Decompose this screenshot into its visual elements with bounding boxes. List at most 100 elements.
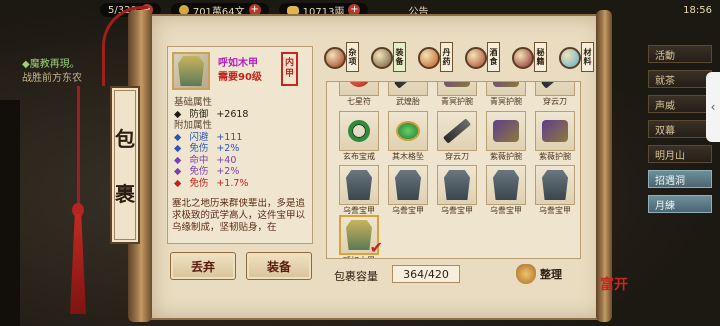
slot-frame: [535, 82, 575, 96]
equip-button[interactable]: 装备: [246, 252, 312, 280]
clock: 18:56: [683, 4, 712, 16]
stat-value: +2618: [216, 108, 249, 120]
item-description[interactable]: 塞北之地历来群侠辈出，多是追求极致的武学高人，这件宝甲以乌缘制成，坚韧贴身，在: [172, 198, 312, 242]
diamond-icon: ◆: [174, 143, 182, 154]
selected-item-icon: [172, 52, 210, 90]
menu-activity[interactable]: 活動: [648, 45, 712, 63]
tab-4[interactable]: 酒食: [465, 38, 508, 78]
inventory-slot[interactable]: 乌誊宝甲: [535, 165, 575, 217]
status-area: 18:56: [610, 0, 720, 20]
armor-icon: [542, 170, 568, 200]
tab-label: 酒食: [487, 42, 500, 72]
stat-line: ◆ 命中 +40: [174, 155, 310, 167]
quest-title: ◆魔教再現。: [22, 59, 80, 70]
tab-3[interactable]: 丹药: [418, 38, 461, 78]
inventory-slot[interactable]: 紫薇护腕: [486, 111, 526, 163]
slot-label: 青冥护腕: [490, 97, 522, 106]
stat-name: 闪避: [189, 131, 209, 143]
bag-icon: [516, 264, 536, 284]
stat-line: ◆ 免伤 +2%: [174, 143, 310, 155]
stat-name: 免伤: [189, 177, 209, 189]
inventory-slot[interactable]: 乌誊宝甲: [486, 165, 526, 217]
bracer-icon: [542, 120, 568, 142]
inventory-slot[interactable]: 青冥护腕: [486, 82, 526, 108]
armor-icon: [493, 170, 519, 200]
stat-name: 免伤: [189, 166, 209, 177]
menu-recruit[interactable]: 招遇洞: [648, 170, 712, 188]
ingot-icon: [286, 6, 299, 14]
menu-training[interactable]: 月練: [648, 195, 712, 213]
inventory-slot[interactable]: 乌誊宝甲: [437, 165, 477, 217]
diamond-icon: ◆: [174, 166, 182, 177]
bonus-stats-header: 附加属性: [174, 120, 213, 131]
discard-button[interactable]: 丢弃: [170, 252, 236, 280]
check-icon: ✔: [369, 238, 383, 257]
stat-value: +40: [216, 154, 237, 166]
inventory-slot[interactable]: 乌誊宝甲: [388, 165, 428, 217]
inventory-slot[interactable]: 乌誊宝甲: [339, 165, 379, 217]
inventory-slot[interactable]: 其木格坠: [388, 111, 428, 163]
jade-icon: [396, 121, 420, 141]
slot-label: 其木格坠: [392, 152, 424, 161]
item-name: 呼如木甲: [218, 58, 258, 69]
slot-frame: [486, 82, 526, 96]
quest-tracker[interactable]: ◆魔教再現。 战胜前方东农: [22, 58, 82, 86]
menu-mingyue[interactable]: 明月山: [648, 145, 712, 163]
item-requirement: 需要90级: [218, 72, 262, 83]
armor-icon: [346, 170, 372, 200]
menu-prestige[interactable]: 声威: [648, 95, 712, 113]
tab-icon: [512, 47, 534, 69]
slot-label: 七星符: [347, 97, 371, 106]
inventory-slot[interactable]: 紫薇护腕: [535, 111, 575, 163]
blade-icon: [442, 118, 472, 144]
pearl-icon: [348, 82, 370, 87]
stat-line: ◆ 免伤 +1.7%: [174, 178, 310, 190]
inventory-slot[interactable]: 穿云刀: [437, 111, 477, 163]
armor-icon: [178, 56, 204, 86]
bracer-icon: [493, 120, 519, 142]
ring-icon: [348, 120, 370, 142]
menu-tea[interactable]: 就茶: [648, 70, 712, 88]
bracer-icon: [493, 82, 519, 87]
inventory-slot[interactable]: 七星符: [339, 82, 379, 108]
blade-icon: [540, 82, 570, 89]
right-menu: 活動 就茶 声威 双幕 明月山 招遇洞 月練: [648, 45, 712, 220]
slot-frame: [339, 82, 379, 96]
tab-2[interactable]: 装备: [371, 38, 414, 78]
inventory-slot[interactable]: 穿云刀: [535, 82, 575, 108]
item-stats: 基础属性 ◆ 防御 +2618 附加属性 ◆ 闪避 +111 ◆ 免伤 +2% …: [174, 97, 310, 189]
stat-line: ◆ 免伤 +2%: [174, 166, 310, 178]
slot-label: 青冥护腕: [441, 97, 473, 106]
bracer-icon: [444, 82, 470, 87]
collapse-arrow-icon[interactable]: ‹: [706, 72, 720, 142]
menu-double[interactable]: 双幕: [648, 120, 712, 138]
slot-frame: [486, 111, 526, 151]
tab-icon: [324, 47, 346, 69]
tab-label: 装备: [393, 42, 406, 72]
slot-label: 乌誊宝甲: [490, 206, 522, 215]
inventory-slot[interactable]: 武煌胎: [388, 82, 428, 108]
slot-label: 乌誊宝甲: [392, 206, 424, 215]
panel-title: 包 裹: [110, 86, 140, 244]
inventory-slot[interactable]: 青冥护腕: [437, 82, 477, 108]
diamond-icon: ◆: [174, 177, 182, 189]
stat-line: ◆ 防御 +2618: [174, 109, 310, 121]
slot-frame: [437, 111, 477, 151]
stat-value: +2%: [216, 143, 240, 154]
armor-icon: [395, 170, 421, 200]
inventory-slot[interactable]: 呼如木甲✔: [339, 215, 383, 258]
inventory-slot[interactable]: 玄布宝戒: [339, 111, 379, 163]
sort-button[interactable]: 整理: [516, 264, 562, 284]
item-grid: 七星符 武煌胎 青冥护腕 青冥护腕 穿云刀 玄布宝戒 其木格坠 穿云刀 紫薇护腕 紫薇护腕 乌誊宝甲…: [326, 81, 581, 259]
stat-value: +111: [216, 131, 243, 143]
tab-6[interactable]: 材料: [559, 38, 602, 78]
armor-gold-icon: [346, 220, 372, 250]
tab-label: 秘籍: [534, 42, 547, 72]
slot-frame: [486, 165, 526, 205]
tab-1[interactable]: 杂项: [324, 38, 367, 78]
capacity-value: 364/420: [392, 265, 460, 283]
tab-5[interactable]: 秘籍: [512, 38, 555, 78]
stat-line: ◆ 闪避 +111: [174, 132, 310, 144]
slot-label: 紫薇护腕: [490, 152, 522, 161]
tab-label: 丹药: [440, 42, 453, 72]
